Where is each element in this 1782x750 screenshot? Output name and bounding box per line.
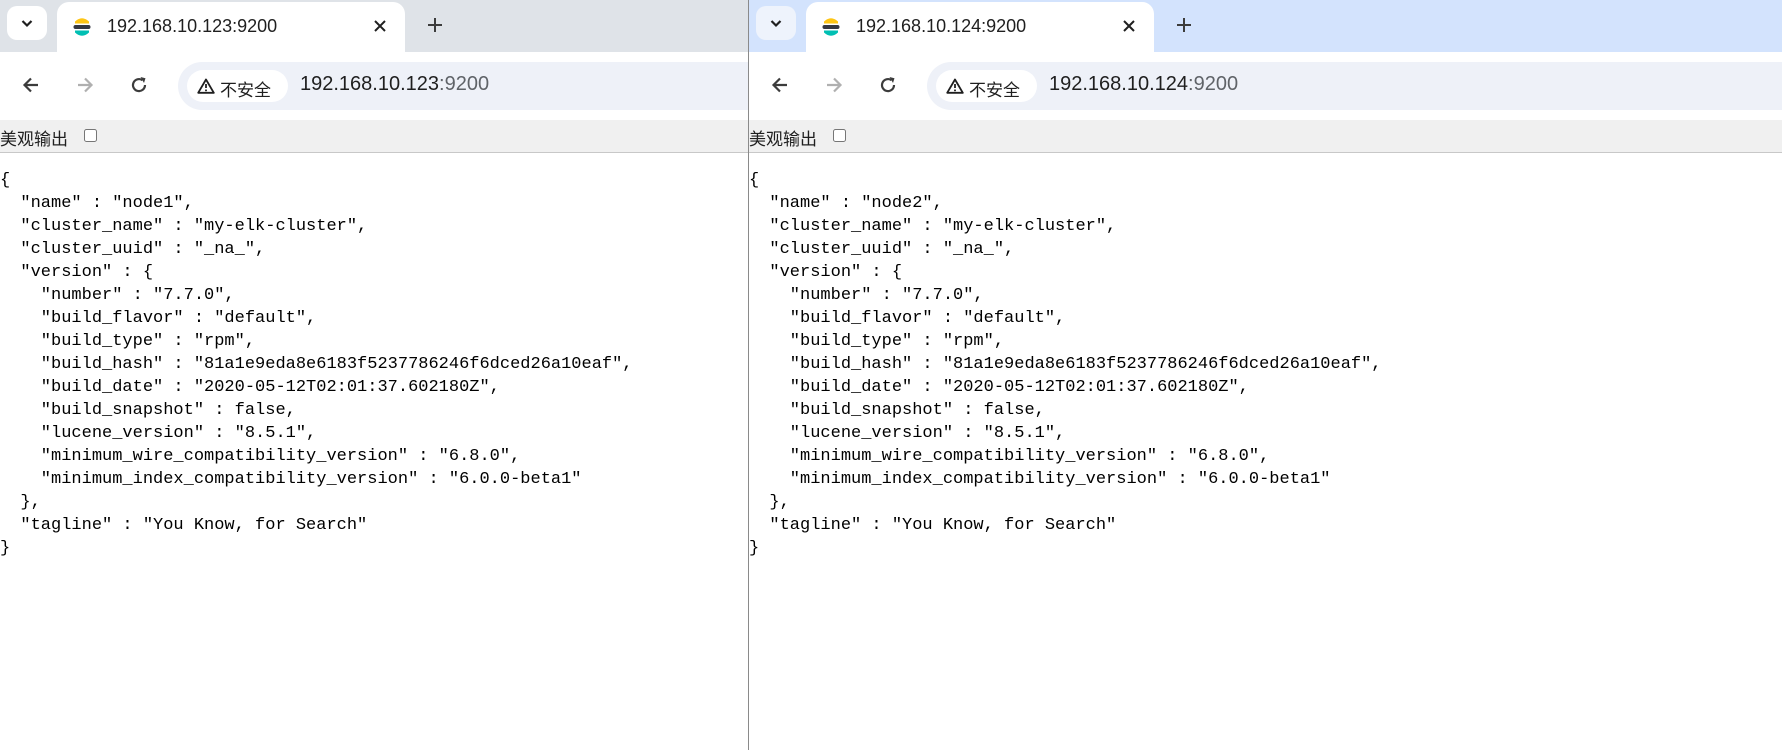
json-line: },	[0, 493, 41, 512]
json-line: "build_snapshot" : false,	[0, 401, 296, 420]
json-line: "minimum_index_compatibility_version" : …	[749, 470, 1331, 489]
json-line: "cluster_name" : "my-elk-cluster",	[749, 217, 1117, 236]
json-line: "tagline" : "You Know, for Search"	[0, 516, 368, 535]
elasticsearch-icon	[821, 17, 841, 37]
json-line: "build_date" : "2020-05-12T02:01:37.6021…	[749, 378, 1249, 397]
url-text[interactable]: 192.168.10.124:9200	[1049, 73, 1238, 96]
json-line: "lucene_version" : "8.5.1",	[749, 424, 1066, 443]
reload-icon	[880, 77, 896, 93]
reload-button[interactable]	[122, 68, 156, 102]
arrow-right-icon	[827, 77, 843, 93]
browser-window-node2: 192.168.10.124:9200 不安全 192.168.10.124:9…	[748, 0, 1782, 750]
json-line: "minimum_wire_compatibility_version" : "…	[749, 447, 1270, 466]
arrow-left-icon	[22, 77, 38, 93]
tab-search-button[interactable]	[7, 6, 47, 40]
json-line: "cluster_uuid" : "_na_",	[749, 240, 1015, 259]
url-host: 192.168.10.123	[300, 73, 440, 95]
browser-toolbar: 不安全 192.168.10.123:9200	[0, 52, 748, 120]
reload-button[interactable]	[871, 68, 905, 102]
json-line: "name" : "node1",	[0, 194, 194, 213]
json-line: "cluster_name" : "my-elk-cluster",	[0, 217, 368, 236]
plus-icon	[1177, 18, 1191, 32]
json-line: "build_type" : "rpm",	[0, 332, 256, 351]
arrow-right-icon	[78, 77, 94, 93]
security-label: 不安全	[220, 81, 271, 101]
json-response: { "name" : "node2", "cluster_name" : "my…	[749, 169, 1382, 560]
json-line: {	[749, 171, 760, 190]
json-line: "build_hash" : "81a1e9eda8e6183f52377862…	[749, 355, 1382, 374]
json-response: { "name" : "node1", "cluster_name" : "my…	[0, 169, 633, 560]
new-tab-button[interactable]	[420, 10, 450, 40]
json-line: "build_type" : "rpm",	[749, 332, 1005, 351]
pretty-print-checkbox[interactable]	[833, 129, 846, 142]
json-line: "build_snapshot" : false,	[749, 401, 1045, 420]
tab-strip: 192.168.10.124:9200	[749, 0, 1782, 52]
tab-title: 192.168.10.123:9200	[107, 16, 278, 36]
pretty-print-label: 美观输出	[749, 130, 817, 150]
pretty-print-bar: 美观输出	[749, 120, 1782, 153]
close-icon	[374, 20, 386, 32]
tab-search-button[interactable]	[756, 6, 796, 40]
forward-button[interactable]	[817, 68, 851, 102]
reload-icon	[131, 77, 147, 93]
site-security-chip[interactable]: 不安全	[187, 70, 288, 102]
pretty-print-bar: 美观输出	[0, 120, 748, 153]
url-text[interactable]: 192.168.10.123:9200	[300, 73, 489, 96]
address-bar[interactable]: 不安全 192.168.10.124:9200	[927, 62, 1782, 110]
json-line: "cluster_uuid" : "_na_",	[0, 240, 266, 259]
json-line: }	[0, 539, 11, 558]
json-line: "build_flavor" : "default",	[0, 309, 317, 328]
json-line: "version" : {	[749, 263, 903, 282]
tab-close-button[interactable]	[369, 15, 391, 37]
back-button[interactable]	[763, 68, 797, 102]
json-line: "number" : "7.7.0",	[0, 286, 235, 305]
close-icon	[1123, 20, 1135, 32]
chevron-down-icon	[21, 20, 33, 28]
json-line: "build_hash" : "81a1e9eda8e6183f52377862…	[0, 355, 633, 374]
url-port: :9200	[1188, 73, 1239, 95]
url-host: 192.168.10.124	[1049, 73, 1189, 95]
json-line: {	[0, 171, 11, 190]
pretty-print-label: 美观输出	[0, 130, 68, 150]
address-bar[interactable]: 不安全 192.168.10.123:9200	[178, 62, 748, 110]
new-tab-button[interactable]	[1169, 10, 1199, 40]
security-label: 不安全	[969, 81, 1020, 101]
json-line: "version" : {	[0, 263, 154, 282]
browser-toolbar: 不安全 192.168.10.124:9200	[749, 52, 1782, 120]
json-line: "build_date" : "2020-05-12T02:01:37.6021…	[0, 378, 500, 397]
chevron-down-icon	[770, 20, 782, 28]
tab-close-button[interactable]	[1118, 15, 1140, 37]
json-line: "lucene_version" : "8.5.1",	[0, 424, 317, 443]
back-button[interactable]	[14, 68, 48, 102]
tab-active[interactable]: 192.168.10.123:9200	[57, 2, 405, 52]
elasticsearch-icon	[72, 17, 92, 37]
tab-active[interactable]: 192.168.10.124:9200	[806, 2, 1154, 52]
tab-strip: 192.168.10.123:9200	[0, 0, 748, 52]
warning-icon	[197, 78, 215, 94]
json-line: "name" : "node2",	[749, 194, 943, 213]
json-line: "build_flavor" : "default",	[749, 309, 1066, 328]
json-line: "minimum_wire_compatibility_version" : "…	[0, 447, 521, 466]
json-line: "tagline" : "You Know, for Search"	[749, 516, 1117, 535]
tab-title: 192.168.10.124:9200	[856, 16, 1027, 36]
json-line: },	[749, 493, 790, 512]
arrow-left-icon	[771, 77, 787, 93]
warning-icon	[946, 78, 964, 94]
json-line: }	[749, 539, 760, 558]
browser-window-node1: 192.168.10.123:9200 不安全 192.168.10.123:9…	[0, 0, 748, 750]
plus-icon	[428, 18, 442, 32]
json-line: "minimum_index_compatibility_version" : …	[0, 470, 582, 489]
pretty-print-checkbox[interactable]	[84, 129, 97, 142]
json-line: "number" : "7.7.0",	[749, 286, 984, 305]
site-security-chip[interactable]: 不安全	[936, 70, 1037, 102]
forward-button[interactable]	[68, 68, 102, 102]
url-port: :9200	[439, 73, 490, 95]
